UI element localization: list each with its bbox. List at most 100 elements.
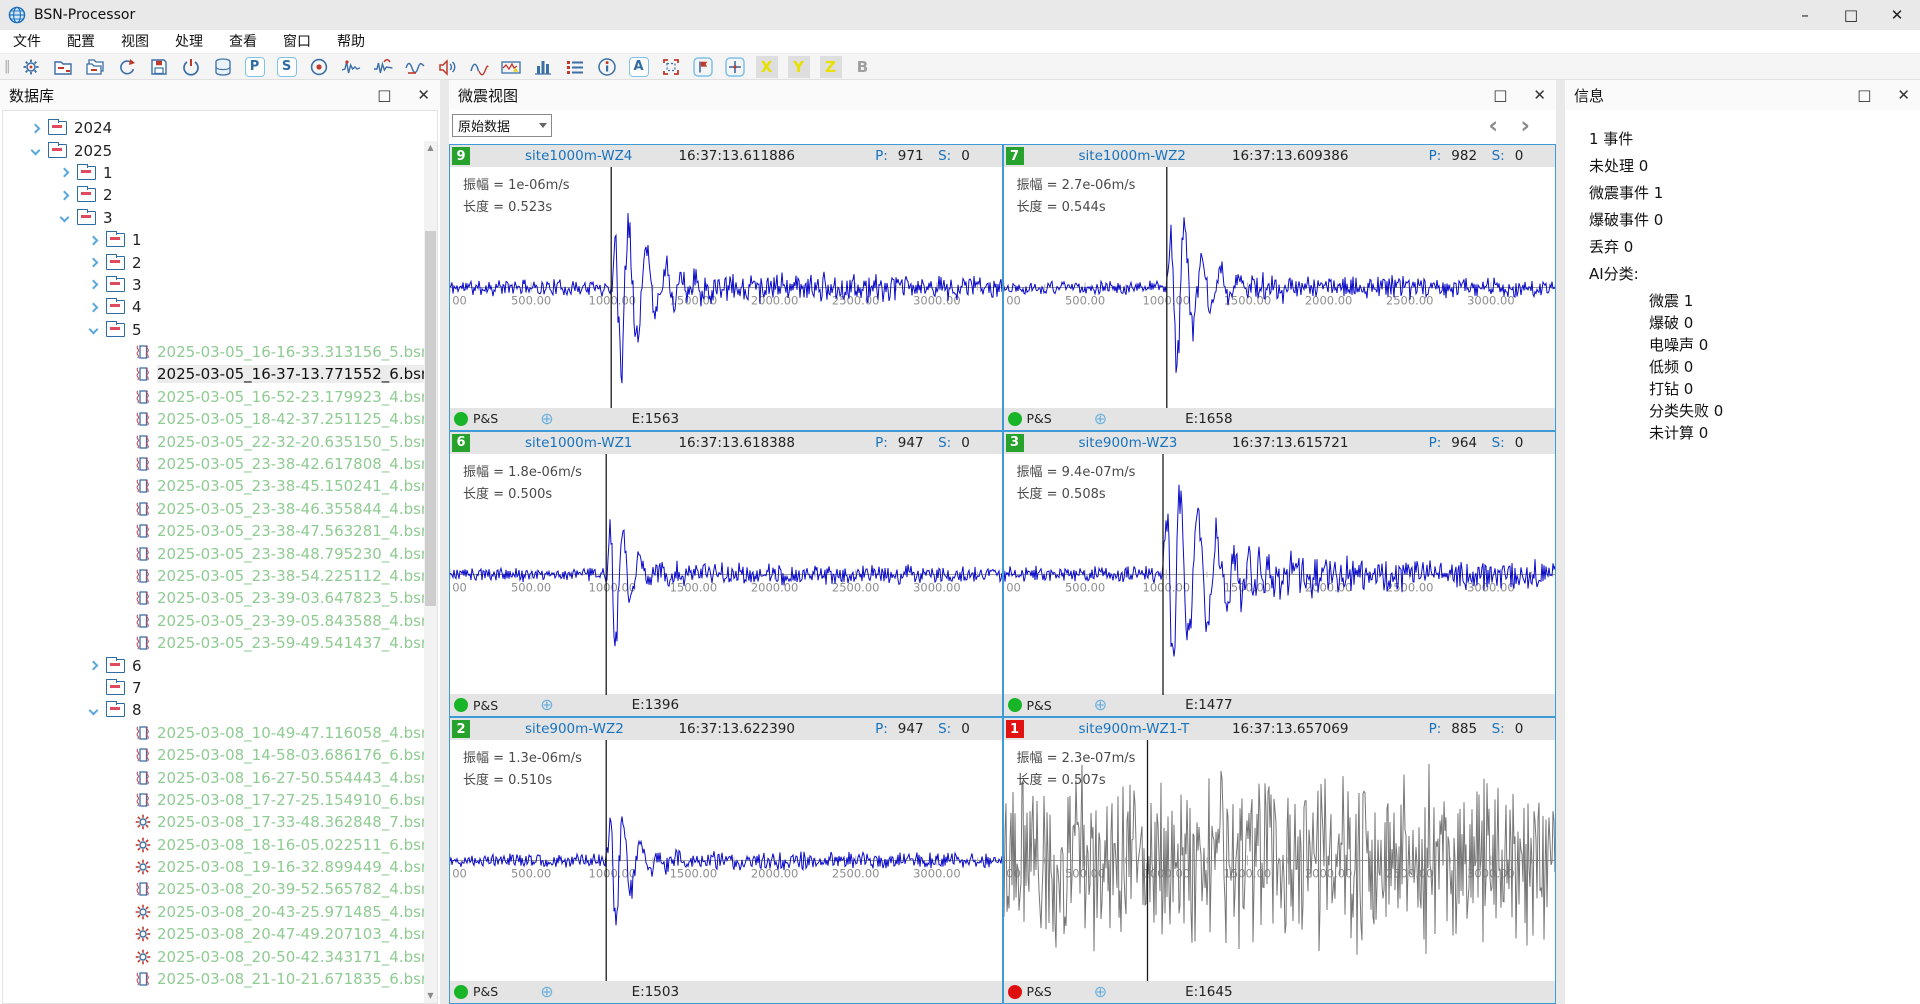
menu-item-3[interactable]: 视图: [108, 30, 162, 54]
menu-item-6[interactable]: 窗口: [270, 30, 324, 54]
menu-item-2[interactable]: 配置: [54, 30, 108, 54]
tree-file-row[interactable]: 2025-03-05_23-39-03.647823_5.bsna: [3, 587, 424, 609]
wave-panel-float-button[interactable]: □: [1493, 86, 1507, 104]
zoom-icon[interactable]: ⊕: [540, 697, 553, 713]
histogram-icon[interactable]: [532, 56, 554, 78]
zoom-icon[interactable]: ⊕: [540, 984, 553, 1000]
waveform-plot[interactable]: 00500.001000.001500.002000.002500.003000…: [450, 740, 1002, 981]
waveform-cell-site900m-WZ1-T[interactable]: 1site900m-WZ1-T16:37:13.657069P:885S:000…: [1003, 717, 1557, 1004]
tree-scrollbar[interactable]: ▲ ▼: [424, 141, 437, 1003]
tree-chevron-icon[interactable]: [89, 705, 99, 715]
tree-file-row[interactable]: 2025-03-08_16-27-50.554443_4.bsna: [3, 766, 424, 788]
info-panel-float-button[interactable]: □: [1857, 86, 1871, 104]
tree-file-row[interactable]: 2025-03-08_14-58-03.686176_6.bsna: [3, 744, 424, 766]
tree-file-row[interactable]: 2025-03-08_17-33-48.362848_7.bsna: [3, 811, 424, 833]
tree-file-row[interactable]: 2025-03-05_22-32-20.635150_5.bsna: [3, 430, 424, 452]
database-panel-float-button[interactable]: □: [377, 86, 391, 104]
axis-b-button[interactable]: B: [852, 56, 874, 78]
tree-file-row[interactable]: 2025-03-08_20-43-25.971485_4.bsna: [3, 901, 424, 923]
axis-x-button[interactable]: X: [756, 56, 778, 78]
zoom-icon[interactable]: ⊕: [1094, 984, 1107, 1000]
tree-folder-row[interactable]: 3: [3, 274, 424, 296]
annotate-letter-button[interactable]: A: [628, 56, 650, 78]
database-icon[interactable]: [212, 56, 234, 78]
ps-toggle[interactable]: P&S: [473, 411, 498, 426]
zoom-icon[interactable]: ⊕: [540, 411, 553, 427]
zoom-icon[interactable]: ⊕: [1094, 697, 1107, 713]
tree-file-row[interactable]: 2025-03-05_23-38-42.617808_4.bsna: [3, 453, 424, 475]
tree-file-row[interactable]: 2025-03-05_23-38-46.355844_4.bsna: [3, 498, 424, 520]
s-pick-button[interactable]: S: [276, 56, 298, 78]
waveform-cell-site900m-WZ3[interactable]: 3site900m-WZ316:37:13.615721P:964S:00050…: [1003, 431, 1557, 718]
info-icon[interactable]: [596, 56, 618, 78]
tree-chevron-icon[interactable]: [89, 325, 99, 335]
scrollbar-up-arrow[interactable]: ▲: [424, 141, 437, 155]
waveform-icon-1[interactable]: [340, 56, 362, 78]
tree-file-row[interactable]: 2025-03-05_23-38-48.795230_4.bsna: [3, 542, 424, 564]
tree-chevron-icon[interactable]: [60, 168, 70, 178]
tree-file-row[interactable]: 2025-03-08_19-16-32.899449_4.bsna: [3, 856, 424, 878]
crosshair-icon[interactable]: [724, 56, 746, 78]
waveform-cell-site1000m-WZ2[interactable]: 7site1000m-WZ216:37:13.609386P:982S:0005…: [1003, 144, 1557, 431]
tree-file-row[interactable]: 2025-03-05_23-38-54.225112_4.bsna: [3, 565, 424, 587]
refresh-icon[interactable]: [116, 56, 138, 78]
waveform-filter-icon[interactable]: [500, 56, 522, 78]
tree-folder-row[interactable]: 2025: [3, 139, 424, 161]
tree-folder-row[interactable]: 1: [3, 229, 424, 251]
wave-panel-close-button[interactable]: ✕: [1533, 86, 1546, 104]
tree-file-row[interactable]: 2025-03-05_23-38-47.563281_4.bsna: [3, 520, 424, 542]
tree-folder-row[interactable]: 6: [3, 654, 424, 676]
tree-chevron-icon[interactable]: [60, 190, 70, 200]
tree-folder-row[interactable]: 2: [3, 184, 424, 206]
tree-file-row[interactable]: 2025-03-05_16-52-23.179923_4.bsna: [3, 386, 424, 408]
menu-item-1[interactable]: 文件: [0, 30, 54, 54]
open-project-folder-icon[interactable]: [84, 56, 106, 78]
scrollbar-thumb[interactable]: [425, 231, 436, 606]
tree-folder-row[interactable]: 7: [3, 677, 424, 699]
waveform-icon-3[interactable]: [404, 56, 426, 78]
data-type-dropdown[interactable]: 原始数据: [452, 114, 552, 137]
tree-chevron-icon[interactable]: [89, 661, 99, 671]
flag-icon[interactable]: [692, 56, 714, 78]
tree-chevron-icon[interactable]: [89, 235, 99, 245]
waveform-plot[interactable]: 00500.001000.001500.002000.002500.003000…: [450, 167, 1002, 408]
tree-file-row[interactable]: 2025-03-05_23-39-05.843588_4.bsna: [3, 610, 424, 632]
waveform-plot[interactable]: 00500.001000.001500.002000.002500.003000…: [1004, 454, 1556, 695]
tree-folder-row[interactable]: 4: [3, 296, 424, 318]
ps-toggle[interactable]: P&S: [473, 698, 498, 713]
info-panel-close-button[interactable]: ✕: [1897, 86, 1910, 104]
tree-chevron-icon[interactable]: [89, 258, 99, 268]
tree-chevron-icon[interactable]: [60, 213, 70, 223]
ps-toggle[interactable]: P&S: [1027, 698, 1052, 713]
tree-file-row[interactable]: 2025-03-08_18-16-05.022511_6.bsna: [3, 834, 424, 856]
tree-folder-row[interactable]: 2024: [3, 117, 424, 139]
tree-folder-row[interactable]: 2: [3, 251, 424, 273]
tree-chevron-icon[interactable]: [89, 302, 99, 312]
tree-file-row[interactable]: 2025-03-08_17-27-25.154910_6.bsna: [3, 789, 424, 811]
p-pick-button[interactable]: P: [244, 56, 266, 78]
maximize-button[interactable]: □: [1828, 0, 1874, 30]
axis-y-button[interactable]: Y: [788, 56, 810, 78]
tree-file-row[interactable]: 2025-03-08_20-47-49.207103_4.bsna: [3, 923, 424, 945]
close-button[interactable]: ✕: [1874, 0, 1920, 30]
new-project-folder-icon[interactable]: [52, 56, 74, 78]
save-icon[interactable]: [148, 56, 170, 78]
event-list-icon[interactable]: [564, 56, 586, 78]
ps-toggle[interactable]: P&S: [1027, 411, 1052, 426]
power-icon[interactable]: [180, 56, 202, 78]
ps-toggle[interactable]: P&S: [1027, 984, 1052, 999]
tree-folder-row[interactable]: 3: [3, 207, 424, 229]
ps-toggle[interactable]: P&S: [473, 984, 498, 999]
tree-file-row[interactable]: 2025-03-05_18-42-37.251125_4.bsna: [3, 408, 424, 430]
scrollbar-down-arrow[interactable]: ▼: [424, 989, 437, 1003]
tree-file-row[interactable]: 2025-03-05_16-37-13.771552_6.bsnp: [3, 363, 424, 385]
noise-icon[interactable]: [436, 56, 458, 78]
prev-event-button[interactable]: ‹: [1489, 110, 1498, 142]
tree-chevron-icon[interactable]: [31, 123, 41, 133]
menu-item-4[interactable]: 处理: [162, 30, 216, 54]
tree-chevron-icon[interactable]: [89, 280, 99, 290]
tree-file-row[interactable]: 2025-03-05_16-16-33.313156_5.bsna: [3, 341, 424, 363]
tree-file-row[interactable]: 2025-03-08_20-39-52.565782_4.bsna: [3, 878, 424, 900]
tree-folder-row[interactable]: 8: [3, 699, 424, 721]
waveform-cell-site1000m-WZ4[interactable]: 9site1000m-WZ416:37:13.611886P:971S:0005…: [449, 144, 1003, 431]
